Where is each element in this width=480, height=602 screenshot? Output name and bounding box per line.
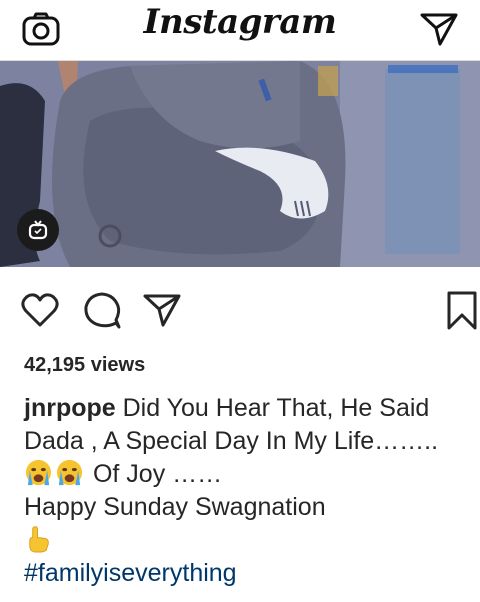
crying-face-emoji-icon [56, 459, 83, 486]
bookmark-icon[interactable] [444, 290, 480, 330]
crying-face-emoji-icon [25, 459, 52, 486]
caption-line-4: Happy Sunday Swagnation [24, 493, 326, 521]
igtv-badge[interactable] [17, 209, 59, 251]
caption-line-5 [24, 524, 474, 557]
top-bar: Instagram [0, 0, 480, 61]
pointing-hand-emoji-icon [29, 526, 49, 553]
caption-line-3: Of Joy …… [24, 458, 474, 491]
post-media[interactable] [0, 61, 480, 267]
video-frame-image [0, 61, 480, 267]
caption-text-1: Did You Hear That, He Said [122, 394, 430, 422]
post-caption: jnrpope Did You Hear That, He Said Dada … [24, 392, 474, 590]
heart-icon[interactable] [20, 290, 60, 330]
view-count[interactable]: 42,195 views [24, 354, 145, 377]
caption-text-3: Of Joy …… [92, 460, 223, 488]
igtv-icon [28, 220, 48, 240]
post-actions [0, 290, 480, 336]
speech-bubble-icon[interactable] [82, 290, 122, 330]
caption-line-1: jnrpope Did You Hear That, He Said [24, 392, 474, 425]
hashtag-link[interactable]: #familyiseverything [24, 557, 474, 590]
caption-line-2: Dada , A Special Day In My Life…….. [24, 427, 439, 455]
app-logo: Instagram [143, 2, 337, 42]
username-link[interactable]: jnrpope [24, 394, 116, 422]
share-paper-plane-icon[interactable] [142, 290, 182, 330]
paper-plane-icon[interactable] [420, 12, 458, 46]
